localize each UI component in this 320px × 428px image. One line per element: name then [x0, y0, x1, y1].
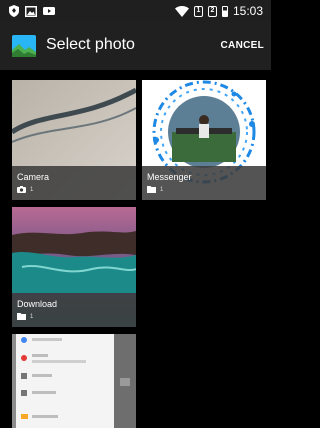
folder-icon [17, 313, 26, 320]
album-tile-messenger[interactable]: Messenger 1 [142, 80, 266, 200]
status-right-icons: 1 2 15:03 [174, 3, 263, 19]
album-tile-download[interactable]: Download 1 [12, 207, 136, 327]
gallery-icon [12, 35, 36, 57]
album-count: 1 [30, 186, 34, 193]
album-name: Messenger [147, 172, 192, 182]
album-count-row: 1 [147, 186, 163, 193]
cancel-button[interactable]: CANCEL [221, 40, 264, 51]
album-count-row: 1 [17, 313, 33, 320]
image-icon [25, 5, 37, 17]
album-name: Camera [17, 172, 50, 182]
status-time: 15:03 [232, 4, 263, 18]
status-left-icons [9, 5, 55, 17]
album-caption: Download 1 [12, 293, 136, 327]
page-title: Select photo [46, 36, 135, 53]
album-thumbnail [12, 334, 136, 428]
sim-2-icon: 2 [207, 5, 217, 17]
camera-icon [17, 186, 26, 193]
album-tile-screenshots[interactable] [12, 334, 136, 428]
album-count-row: 1 [17, 186, 33, 193]
album-count: 1 [160, 186, 164, 193]
album-count: 1 [30, 313, 34, 320]
app-bar: Select photo CANCEL [0, 22, 271, 70]
video-icon [43, 7, 55, 15]
album-tile-camera[interactable]: Camera 1 [12, 80, 136, 200]
wifi-icon [174, 5, 189, 17]
shield-icon [9, 5, 19, 17]
album-name: Download [17, 299, 58, 309]
folder-icon [147, 186, 156, 193]
battery-icon [221, 5, 228, 17]
album-caption: Messenger 1 [142, 166, 266, 200]
album-caption: Camera 1 [12, 166, 136, 200]
sim-1-icon: 1 [193, 5, 203, 17]
status-bar: 1 2 15:03 [0, 0, 271, 22]
album-grid: Camera 1 Messenger 1 Download 1 [0, 70, 271, 428]
